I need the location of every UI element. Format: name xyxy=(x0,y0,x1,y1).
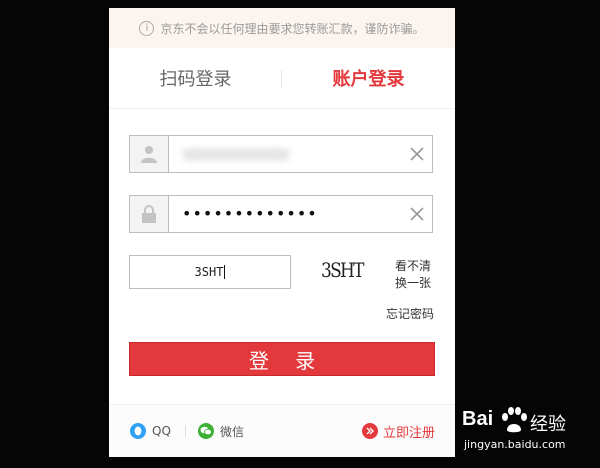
lock-icon xyxy=(130,196,169,232)
wechat-label: 微信 xyxy=(220,424,245,439)
password-field[interactable]: ••••••••••••• xyxy=(129,195,433,233)
fraud-notice-text: 京东不会以任何理由要求您转账汇款，谨防诈骗。 xyxy=(160,21,425,36)
password-value: ••••••••••••• xyxy=(182,204,318,223)
username-value xyxy=(182,136,290,172)
username-blurred xyxy=(182,148,290,161)
wechat-login[interactable]: 微信 xyxy=(198,405,244,457)
forgot-password-link[interactable]: 忘记密码 xyxy=(386,305,434,322)
user-icon xyxy=(130,136,169,172)
login-footer: QQ 微信 立即注册 xyxy=(109,404,455,457)
text-caret xyxy=(224,265,226,279)
register-link[interactable]: 立即注册 xyxy=(361,405,435,457)
login-panel: i 京东不会以任何理由要求您转账汇款，谨防诈骗。 扫码登录 账户登录 •••••… xyxy=(109,8,455,457)
watermark-brand: Bai xyxy=(462,408,494,430)
refresh-captcha-link[interactable]: 看不清 换一张 xyxy=(395,258,431,292)
register-arrow-icon xyxy=(361,423,378,439)
refresh-captcha-line2: 换一张 xyxy=(395,276,432,290)
baidu-jingyan-watermark: Bai 经验 jingyan.baidu.com xyxy=(462,404,592,464)
tab-account-login[interactable]: 账户登录 xyxy=(282,48,455,108)
register-label: 立即注册 xyxy=(382,425,435,441)
clear-username-icon[interactable] xyxy=(408,145,426,163)
captcha-input[interactable]: 3SHT xyxy=(129,255,291,289)
info-icon: i xyxy=(139,20,155,36)
qq-label: QQ xyxy=(152,424,171,438)
tab-qr-login[interactable]: 扫码登录 xyxy=(109,48,282,108)
fraud-notice: i 京东不会以任何理由要求您转账汇款，谨防诈骗。 xyxy=(109,8,455,48)
login-button[interactable]: 登 录 xyxy=(129,342,435,376)
watermark-url: jingyan.baidu.com xyxy=(464,438,566,451)
footer-separator xyxy=(185,425,186,437)
wechat-icon xyxy=(198,423,214,439)
captcha-input-value: 3SHT xyxy=(194,265,224,279)
username-field[interactable] xyxy=(129,135,433,173)
baidu-paw-icon xyxy=(502,407,527,433)
captcha-image[interactable]: 3SHT xyxy=(321,257,365,283)
qq-login[interactable]: QQ xyxy=(130,405,171,457)
refresh-captcha-line1: 看不清 xyxy=(395,259,432,273)
clear-password-icon[interactable] xyxy=(408,205,426,223)
qq-icon xyxy=(130,423,146,439)
watermark-jingyan: 经验 xyxy=(530,414,566,435)
login-tabs: 扫码登录 账户登录 xyxy=(109,48,455,109)
